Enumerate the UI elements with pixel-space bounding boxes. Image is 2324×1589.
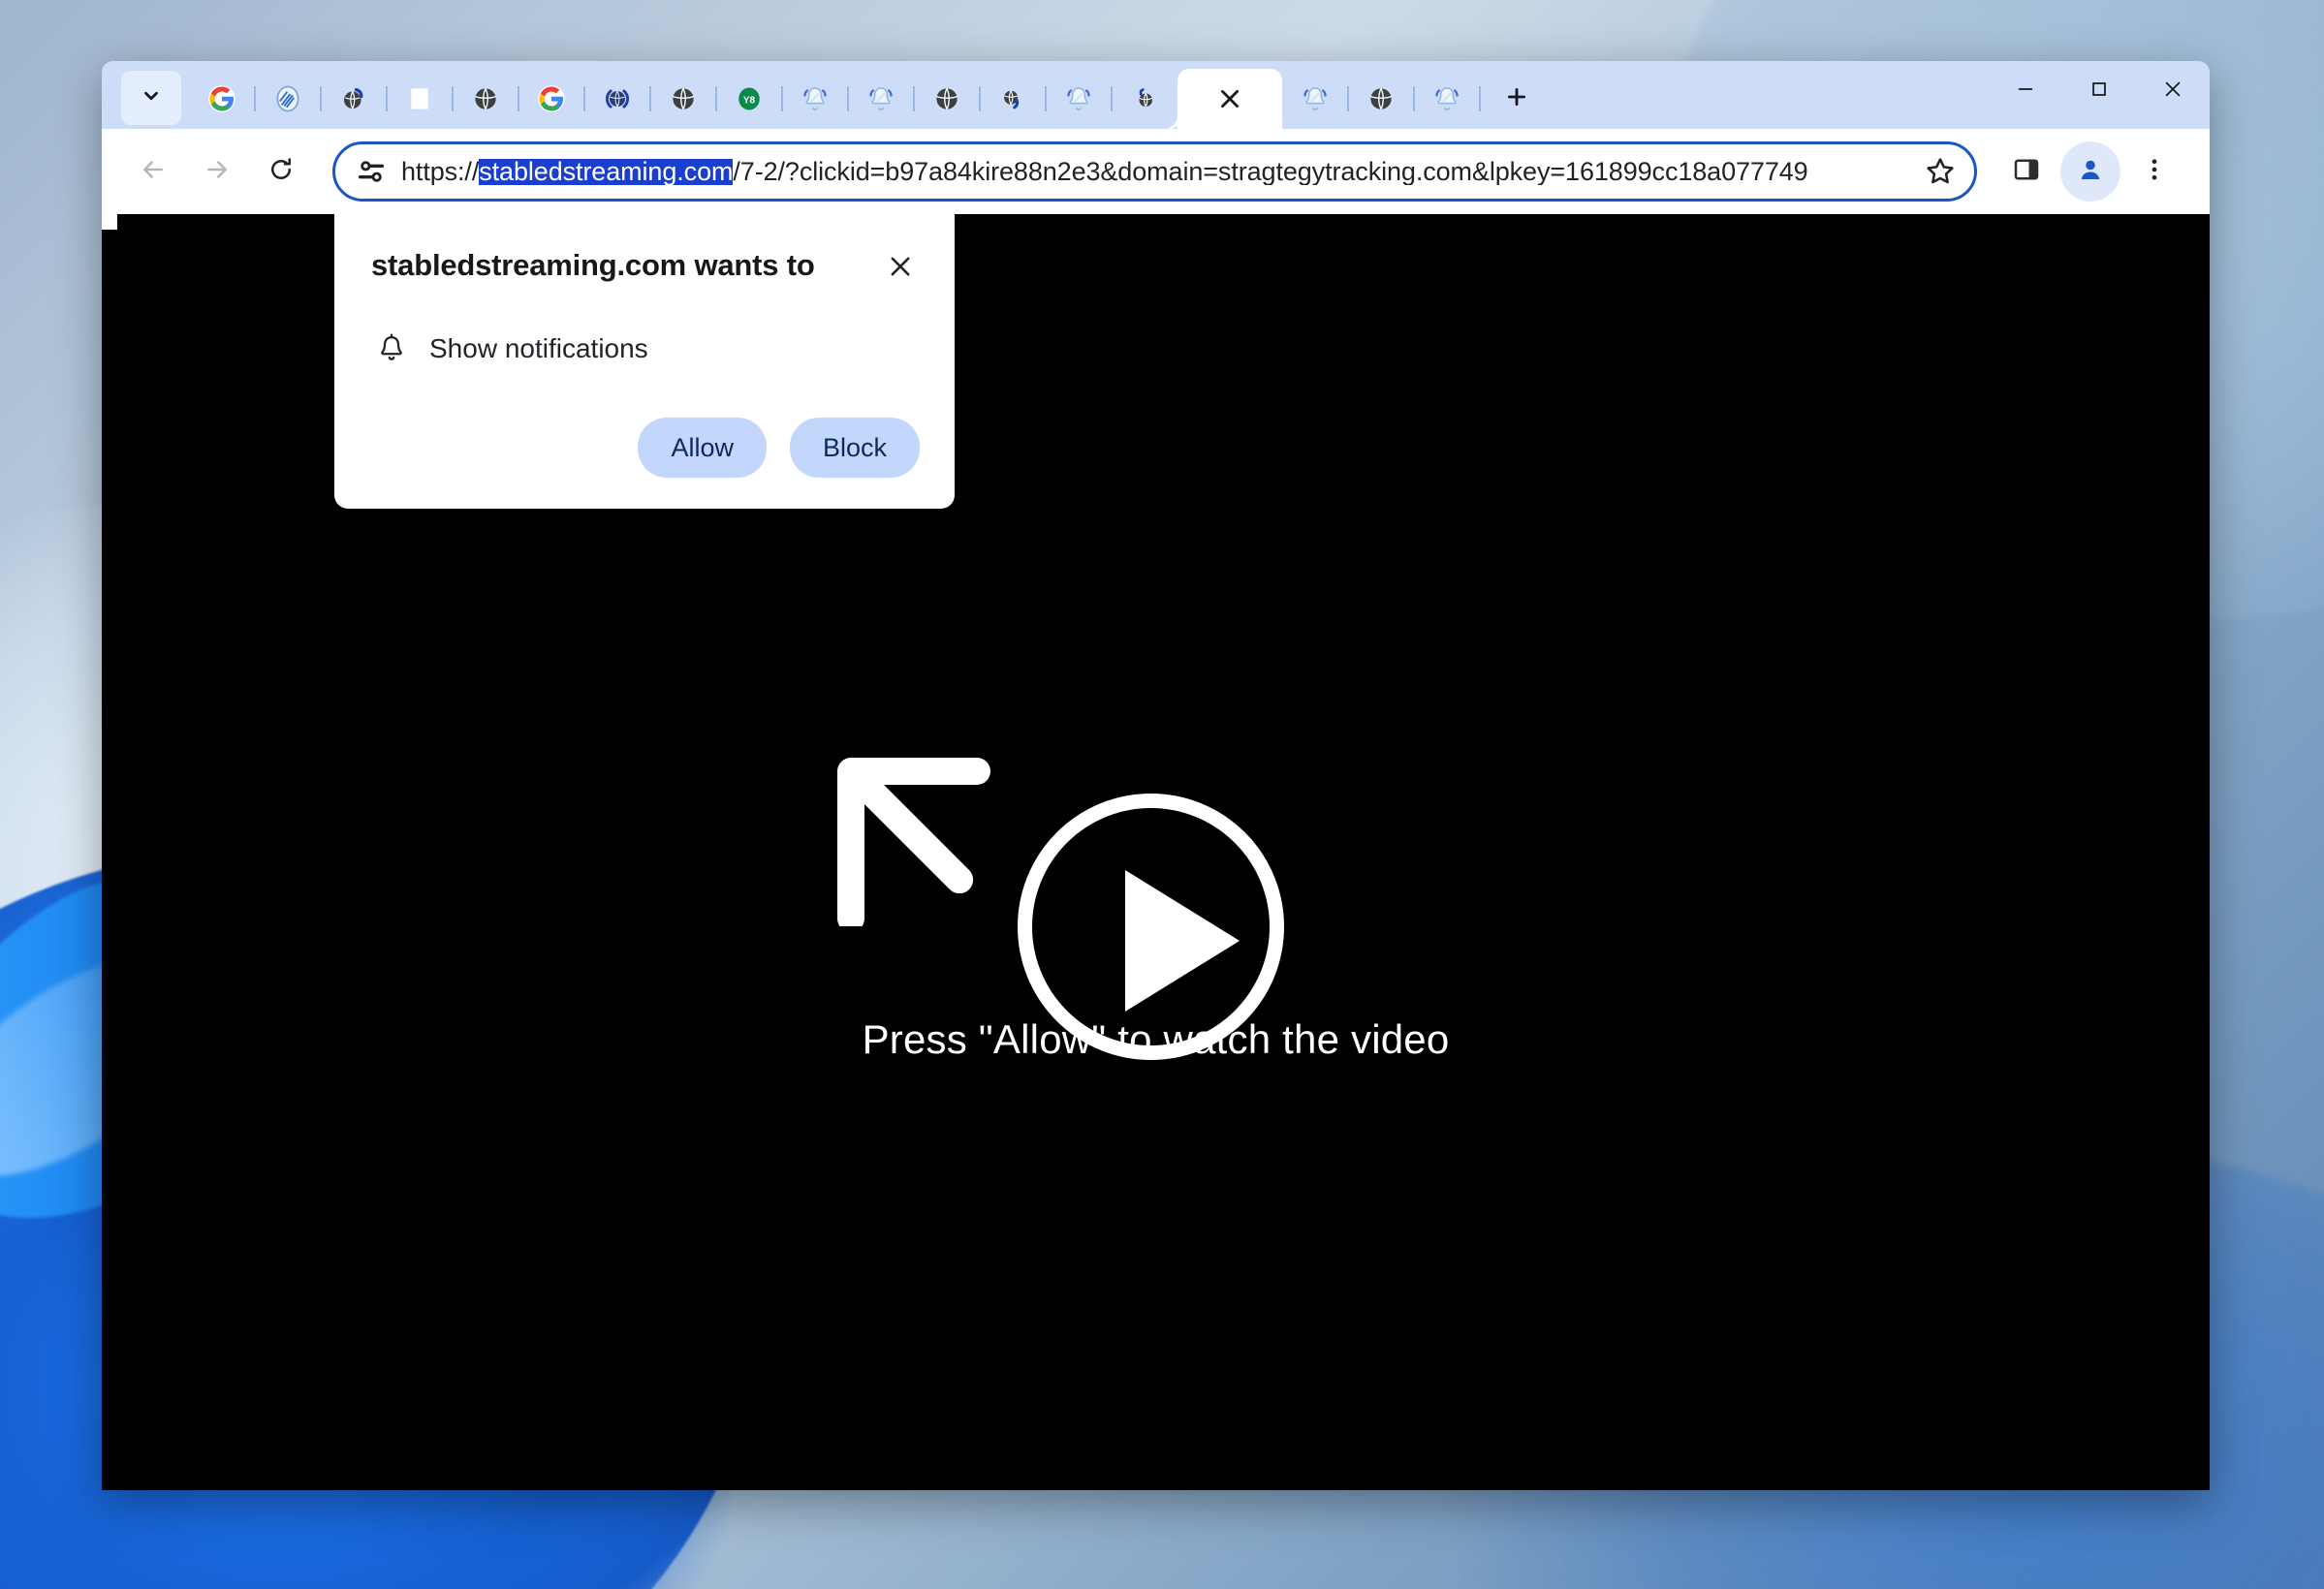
block-button[interactable]: Block [789,418,920,478]
close-bubble-button[interactable] [881,249,920,288]
tab-search-button[interactable] [121,71,181,125]
bell-icon [801,84,830,113]
plus-icon [1504,84,1529,114]
bubble-header: stabledstreaming.com wants to [371,247,920,288]
tab-strip: Y8 [102,61,2210,129]
play-button[interactable] [1018,794,1284,1060]
permission-row: Show notifications [371,332,920,365]
allow-button[interactable]: Allow [638,418,767,478]
desktop-wallpaper: Y8 https://stabledstreaming.com/7-2/?cli… [0,0,2324,1589]
browser-tab[interactable] [1348,69,1415,129]
minimize-button[interactable] [1989,61,2062,121]
browser-toolbar: https://stabledstreaming.com/7-2/?clicki… [102,129,2210,214]
url-path: /7-2/?clickid=b97a84kire88n2e3&domain=st… [733,158,1808,185]
close-window-button[interactable] [2136,61,2210,121]
google-icon [537,84,566,113]
globe-blue-swoosh-icon [603,84,632,113]
globe-small-swoosh-icon [998,84,1027,113]
site-settings-icon[interactable] [355,155,388,188]
bell-icon [1301,84,1330,113]
chevron-down-icon [141,85,162,111]
browser-tab[interactable] [1112,69,1178,129]
browser-tab[interactable] [189,69,256,129]
google-icon [207,84,236,113]
back-button[interactable] [123,141,183,202]
notification-permission-bubble: stabledstreaming.com wants to Show notif… [334,214,955,509]
browser-tab[interactable] [321,69,388,129]
striped-oval-icon [273,84,302,113]
viewport-corner [102,214,117,230]
globe-icon [932,84,961,113]
svg-text:Y8: Y8 [743,96,756,107]
address-bar[interactable]: https://stabledstreaming.com/7-2/?clicki… [332,141,1977,202]
green-badge-icon: Y8 [735,84,764,113]
maximize-button[interactable] [2062,61,2136,121]
arrow-right-icon [203,155,232,189]
profile-button[interactable] [2060,141,2120,202]
browser-tab[interactable] [782,69,849,129]
url-text[interactable]: https://stabledstreaming.com/7-2/?clicki… [401,158,1914,185]
bell-icon [375,332,408,365]
play-triangle-icon [1125,870,1240,1012]
browser-tab[interactable] [1046,69,1113,129]
reload-button[interactable] [251,141,311,202]
forward-button[interactable] [187,141,247,202]
page-viewport: Press "Allow" to watch the video stabled… [102,214,2210,1490]
arrow-left-icon [139,155,168,189]
blank-page-icon [405,84,434,113]
url-host-selected: stabledstreaming.com [479,158,733,185]
browser-tab[interactable] [914,69,981,129]
bell-icon [1432,84,1461,113]
browser-tab[interactable] [584,69,651,129]
close-icon [2162,78,2183,105]
globe-mini-icon [1130,84,1159,113]
globe-swoosh-icon [339,84,368,113]
window-controls [1989,61,2210,129]
maximize-icon [2088,78,2110,105]
bell-icon [866,84,895,113]
reload-icon [267,155,296,189]
avatar-icon [2076,155,2105,189]
bubble-actions: Allow Block [371,418,920,478]
globe-icon [1366,84,1396,113]
close-icon[interactable] [1217,86,1242,111]
active-browser-tab[interactable] [1178,69,1282,129]
url-scheme: https:// [401,158,480,185]
globe-icon [669,84,698,113]
browser-tab[interactable]: Y8 [716,69,783,129]
browser-tab[interactable] [255,69,322,129]
browser-tab[interactable] [650,69,717,129]
bell-icon [1064,84,1093,113]
more-vertical-icon [2140,155,2169,189]
chrome-menu-button[interactable] [2124,141,2184,202]
close-icon [887,253,914,285]
browser-tab[interactable] [387,69,454,129]
globe-icon [471,84,500,113]
permission-label: Show notifications [429,333,648,363]
browser-tab[interactable] [848,69,915,129]
chrome-browser-window: Y8 https://stabledstreaming.com/7-2/?cli… [102,61,2210,1490]
side-panel-icon [2012,155,2041,189]
pointer-arrow-icon [837,758,990,926]
new-tab-button[interactable] [1490,72,1544,126]
bookmark-star-icon[interactable] [1924,155,1957,188]
browser-tab[interactable] [1282,69,1349,129]
browser-tab[interactable] [980,69,1047,129]
browser-tab[interactable] [453,69,519,129]
browser-tab[interactable] [518,69,585,129]
browser-tab[interactable] [1414,69,1481,129]
side-panel-button[interactable] [1996,141,2057,202]
minimize-icon [2015,78,2036,105]
bubble-title: stabledstreaming.com wants to [371,248,815,282]
